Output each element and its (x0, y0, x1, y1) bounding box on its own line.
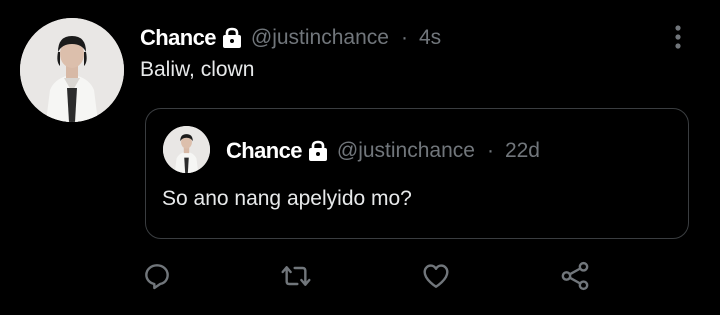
handle[interactable]: @justinchance (251, 26, 389, 50)
quoted-tweet-header: Chance @justinchance · 22d (226, 136, 540, 166)
lock-icon (221, 27, 243, 49)
avatar[interactable] (20, 18, 124, 122)
quoted-display-name: Chance (226, 138, 302, 163)
lock-icon (307, 140, 329, 162)
tweet-text: Baliw, clown (140, 58, 255, 81)
share-button[interactable] (557, 258, 593, 294)
quoted-tweet[interactable]: Chance @justinchance · 22d So ano nang a… (145, 108, 689, 239)
tweet[interactable]: Chance @justinchance · 4s Baliw, clown C… (0, 0, 720, 315)
action-bar (0, 258, 720, 294)
separator-dot: · (400, 26, 408, 49)
display-name[interactable]: Chance (140, 25, 216, 51)
retweet-button[interactable] (278, 258, 314, 294)
timestamp[interactable]: 4s (419, 26, 441, 50)
quoted-tweet-text: So ano nang apelyido mo? (162, 187, 412, 210)
quoted-timestamp: 22d (504, 139, 540, 162)
tweet-header: Chance @justinchance · 4s (140, 22, 441, 54)
separator-dot: · (486, 139, 494, 162)
retweet-icon (281, 266, 311, 286)
quoted-avatar (163, 126, 210, 173)
heart-icon (423, 264, 449, 288)
share-icon (561, 261, 589, 291)
reply-icon (145, 264, 169, 290)
reply-button[interactable] (139, 258, 175, 294)
quoted-handle: @justinchance (336, 139, 475, 162)
more-vertical-icon[interactable] (668, 24, 688, 50)
like-button[interactable] (418, 258, 454, 294)
